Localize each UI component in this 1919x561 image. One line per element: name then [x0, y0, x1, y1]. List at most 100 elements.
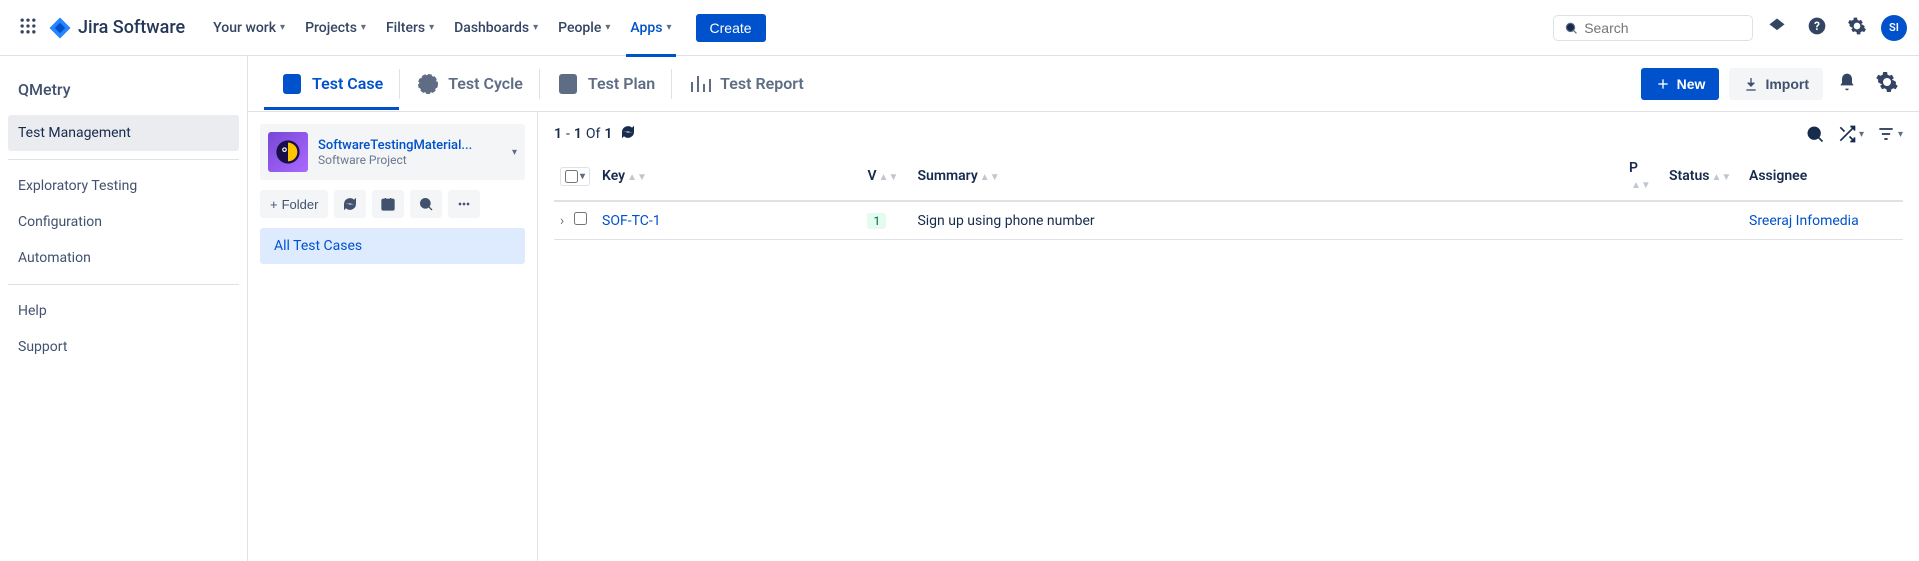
sort-icon: ▲▼ [1631, 183, 1651, 189]
test-case-icon [280, 72, 304, 96]
select-all-checkbox[interactable]: ▾ [560, 167, 590, 186]
tab-test-cycle[interactable]: Test Cycle [400, 58, 539, 110]
column-p-label: P [1629, 160, 1638, 176]
nav-projects-label: Projects [305, 20, 357, 36]
refresh-icon [342, 196, 358, 212]
expand-row-icon[interactable]: › [560, 213, 564, 229]
page-end: 1 [574, 126, 582, 142]
sidebar: QMetry Test Management Exploratory Testi… [0, 56, 248, 561]
row-assignee[interactable]: Sreeraj Infomedia [1749, 213, 1859, 229]
sidebar-support[interactable]: Support [8, 329, 239, 365]
column-key[interactable]: Key▲▼ [596, 152, 861, 201]
tab-test-plan[interactable]: Test Plan [540, 58, 671, 110]
global-search[interactable] [1553, 15, 1753, 41]
chevron-down-icon: ▾ [533, 22, 538, 33]
page-of: Of [586, 126, 601, 142]
search-folder-button[interactable] [410, 190, 442, 218]
sort-icon: ▲▼ [879, 175, 899, 181]
column-status[interactable]: Status▲▼ [1663, 152, 1743, 201]
chevron-down-icon: ▾ [429, 22, 434, 33]
tab-test-case[interactable]: Test Case [264, 58, 399, 110]
nav-apps[interactable]: Apps▾ [622, 14, 679, 42]
column-v[interactable]: V▲▼ [861, 152, 911, 201]
search-input[interactable] [1584, 20, 1742, 36]
calendar-button[interactable] [372, 190, 404, 218]
nav-projects[interactable]: Projects ▾ [297, 14, 374, 42]
test-report-icon [688, 72, 712, 96]
help-icon[interactable]: ? [1801, 10, 1833, 46]
notifications-icon[interactable] [1761, 10, 1793, 46]
chevron-down-icon: ▾ [361, 22, 366, 33]
nav-your-work-label: Your work [213, 20, 276, 36]
import-button[interactable]: Import [1729, 68, 1823, 100]
sidebar-help[interactable]: Help [8, 293, 239, 329]
sort-icon: ▲▼ [1711, 175, 1731, 181]
column-assignee[interactable]: Assignee [1743, 152, 1903, 201]
shuffle-icon [1837, 124, 1857, 144]
row-summary: Sign up using phone number [911, 201, 1623, 240]
test-cases-table: ▾ Key▲▼ V▲▼ Summary▲▼ P▲▼ Status▲▼ Assig… [554, 152, 1903, 240]
create-button[interactable]: Create [696, 14, 766, 42]
refresh-button[interactable] [334, 190, 366, 218]
all-test-cases[interactable]: All Test Cases [260, 228, 525, 264]
search-table-button[interactable] [1805, 124, 1825, 144]
project-info: SoftwareTestingMaterial... Software Proj… [318, 138, 502, 167]
search-icon [1805, 124, 1825, 144]
tab-test-cycle-label: Test Cycle [448, 74, 523, 93]
sort-icon: ▲▼ [980, 175, 1000, 181]
filter-button[interactable]: ▾ [1876, 124, 1903, 144]
project-type: Software Project [318, 153, 502, 167]
row-key[interactable]: SOF-TC-1 [602, 213, 661, 229]
column-p[interactable]: P ▲▼ [1623, 152, 1663, 201]
chevron-down-icon: ▾ [512, 147, 517, 158]
settings-icon[interactable] [1841, 10, 1873, 46]
jira-logo[interactable]: Jira Software [48, 16, 185, 40]
sidebar-configuration[interactable]: Configuration [8, 204, 239, 240]
more-icon [456, 196, 472, 212]
table-row[interactable]: › SOF-TC-1 1 Sign up using phone number … [554, 201, 1903, 240]
new-button[interactable]: New [1641, 68, 1720, 100]
more-button[interactable] [448, 190, 480, 218]
row-priority [1623, 201, 1663, 240]
chevron-down-icon: ▾ [280, 22, 285, 33]
add-folder-button[interactable]: + Folder [260, 190, 328, 218]
nav-items: Your work ▾ Projects ▾ Filters ▾ Dashboards… [205, 14, 765, 42]
shuffle-button[interactable]: ▾ [1837, 124, 1864, 144]
search-icon [1564, 20, 1578, 36]
sidebar-automation[interactable]: Automation [8, 240, 239, 276]
page-start: 1 [554, 126, 562, 142]
logo-text: Jira Software [78, 17, 185, 38]
tab-test-report[interactable]: Test Report [672, 58, 820, 110]
sidebar-divider [8, 284, 239, 285]
page-total: 1 [604, 126, 612, 142]
folder-toolbar: + Folder [260, 190, 525, 218]
reload-icon[interactable] [620, 124, 636, 144]
nav-filters[interactable]: Filters ▾ [378, 14, 442, 42]
nav-people-label: People [558, 20, 601, 36]
sidebar-exploratory-testing[interactable]: Exploratory Testing [8, 168, 239, 204]
calendar-icon [380, 196, 396, 212]
jira-logo-icon [48, 16, 72, 40]
chevron-down-icon: ▾ [667, 22, 672, 33]
project-selector[interactable]: SoftwareTestingMaterial... Software Proj… [260, 124, 525, 180]
gear-icon[interactable] [1871, 66, 1903, 102]
column-v-label: V [867, 168, 876, 184]
tab-test-report-label: Test Report [720, 74, 804, 93]
project-avatar [268, 132, 308, 172]
sidebar-test-management[interactable]: Test Management [8, 115, 239, 151]
nav-filters-label: Filters [386, 20, 425, 36]
row-checkbox[interactable] [574, 212, 587, 225]
plus-icon: + [270, 197, 278, 212]
row-status [1663, 201, 1743, 240]
app-switcher-icon[interactable] [12, 10, 44, 46]
nav-people[interactable]: People▾ [550, 14, 618, 42]
user-avatar[interactable]: SI [1881, 15, 1907, 41]
column-summary[interactable]: Summary▲▼ [911, 152, 1623, 201]
folder-panel: SoftwareTestingMaterial... Software Proj… [248, 112, 538, 561]
top-nav: Jira Software Your work ▾ Projects ▾ Filte… [0, 0, 1919, 56]
bell-icon[interactable] [1833, 68, 1861, 100]
project-name: SoftwareTestingMaterial... [318, 138, 502, 153]
checkbox-input[interactable] [565, 170, 578, 183]
nav-dashboards[interactable]: Dashboards▾ [446, 14, 546, 42]
nav-your-work[interactable]: Your work ▾ [205, 14, 293, 42]
